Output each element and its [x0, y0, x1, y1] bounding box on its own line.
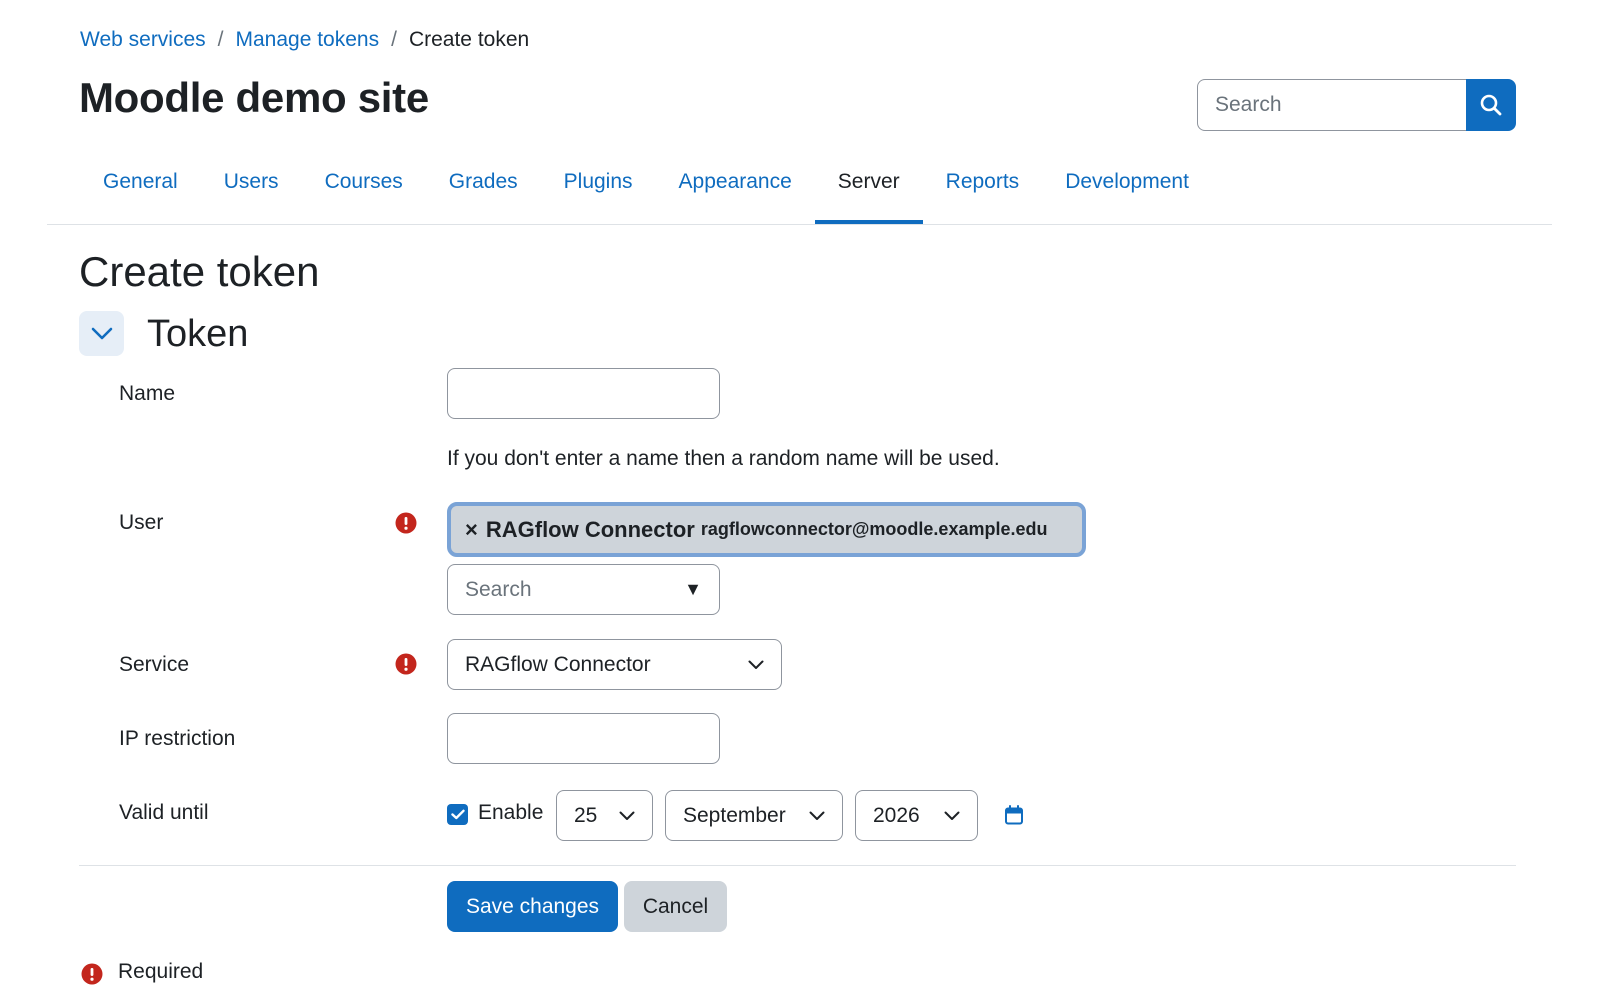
name-input[interactable] [447, 368, 720, 419]
header-search [1197, 79, 1516, 131]
tab-server[interactable]: Server [814, 158, 923, 224]
required-legend: Required [118, 960, 204, 983]
tab-appearance[interactable]: Appearance [656, 158, 815, 224]
valid-until-label: Valid until [119, 801, 209, 824]
tabs-divider [47, 224, 1552, 225]
chevron-down-icon [619, 811, 635, 820]
section-collapse-toggle[interactable] [79, 311, 124, 356]
valid-until-day-select[interactable]: 25 [556, 790, 653, 841]
form-divider [79, 865, 1516, 866]
required-icon [395, 512, 417, 534]
user-search-input[interactable] [465, 577, 665, 602]
breadcrumb-manage-tokens[interactable]: Manage tokens [236, 28, 380, 52]
calendar-icon[interactable] [1004, 805, 1024, 825]
chevron-down-icon [809, 811, 825, 820]
service-label: Service [119, 653, 190, 676]
breadcrumb-web-services[interactable]: Web services [80, 28, 206, 52]
selected-user-name: RAGflow Connector [485, 516, 695, 542]
day-select-value: 25 [574, 803, 598, 827]
section-title: Token [147, 313, 249, 355]
user-dropdown-arrow-icon[interactable]: ▼ [684, 579, 702, 600]
header-search-button[interactable] [1466, 79, 1516, 131]
checkmark-icon [450, 809, 465, 820]
page-heading: Create token [79, 248, 320, 295]
save-changes-button[interactable]: Save changes [447, 881, 618, 932]
selected-user-chip[interactable]: × RAGflow Connector ragflowconnector@moo… [447, 502, 1086, 557]
chevron-down-icon [944, 811, 960, 820]
name-label: Name [119, 382, 176, 405]
required-icon [395, 653, 417, 675]
required-icon [81, 963, 103, 985]
ip-restriction-input[interactable] [447, 713, 720, 764]
valid-until-enable-label[interactable]: Enable [478, 801, 543, 825]
selected-user-email: ragflowconnector@moodle.example.edu [700, 519, 1048, 539]
name-help-text: If you don't enter a name then a random … [447, 447, 1000, 470]
tab-development[interactable]: Development [1042, 158, 1212, 224]
tab-courses[interactable]: Courses [302, 158, 426, 224]
breadcrumb-separator: / [217, 28, 224, 51]
site-title: Moodle demo site [79, 74, 429, 121]
chevron-down-icon [91, 327, 112, 339]
breadcrumb-separator: / [391, 28, 397, 51]
breadcrumb: Web services / Manage tokens / Create to… [80, 28, 529, 52]
user-search-box: ▼ [447, 564, 720, 615]
header-search-input[interactable] [1197, 79, 1466, 131]
tab-general[interactable]: General [80, 158, 201, 224]
ip-restriction-label: IP restriction [119, 727, 236, 750]
chevron-down-icon [748, 660, 764, 669]
user-label: User [119, 511, 164, 534]
tab-plugins[interactable]: Plugins [541, 158, 656, 224]
tab-users[interactable]: Users [201, 158, 302, 224]
cancel-button[interactable]: Cancel [624, 881, 727, 932]
tab-reports[interactable]: Reports [923, 158, 1043, 224]
remove-user-icon[interactable]: × [465, 517, 478, 543]
breadcrumb-current: Create token [408, 28, 530, 51]
service-select[interactable]: RAGflow Connector [447, 639, 782, 690]
service-select-value: RAGflow Connector [465, 652, 651, 676]
primary-navigation: General Users Courses Grades Plugins App… [80, 158, 1212, 224]
valid-until-month-select[interactable]: September [665, 790, 843, 841]
valid-until-enable-checkbox[interactable] [447, 804, 468, 825]
valid-until-year-select[interactable]: 2026 [855, 790, 978, 841]
search-icon [1480, 94, 1502, 116]
tab-grades[interactable]: Grades [426, 158, 541, 224]
year-select-value: 2026 [873, 803, 920, 827]
month-select-value: September [683, 803, 786, 827]
